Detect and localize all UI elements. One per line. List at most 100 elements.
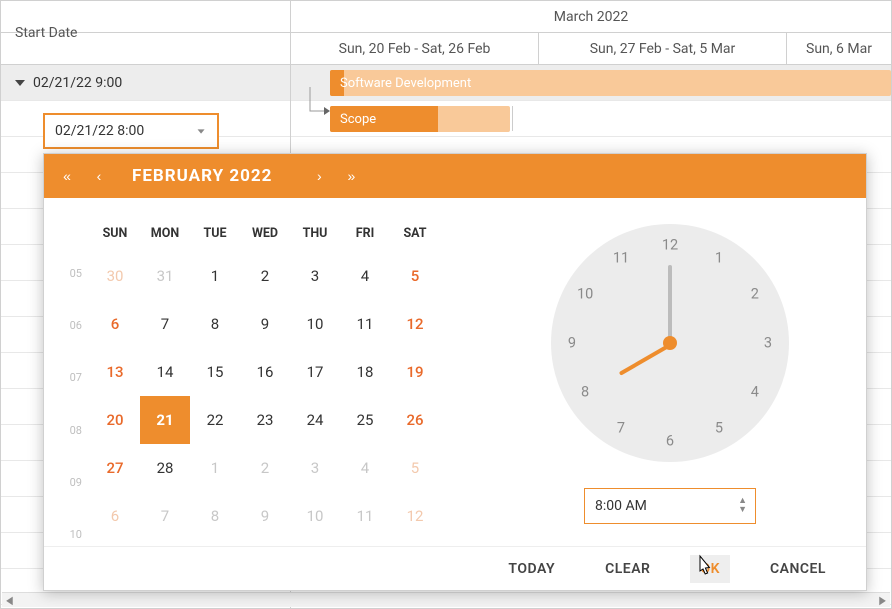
calendar-day[interactable]: 1 (190, 252, 240, 300)
calendar-day[interactable]: 2 (240, 444, 290, 492)
mouse-cursor-icon (694, 554, 714, 578)
clock-number: 1 (715, 250, 723, 267)
cancel-button[interactable]: CANCEL (760, 555, 836, 583)
task-row[interactable]: 02/21/22 9:00 Software Development (1, 65, 891, 101)
calendar-day[interactable]: 22 (190, 396, 240, 444)
scroll-left-icon[interactable]: ◄ (4, 592, 15, 609)
clear-button[interactable]: CLEAR (595, 555, 660, 583)
calendar-day[interactable]: 5 (390, 444, 440, 492)
calendar-day[interactable]: 12 (390, 492, 440, 540)
calendar-day[interactable]: 8 (190, 300, 240, 348)
calendar-day[interactable]: 30 (90, 252, 140, 300)
task-row-left[interactable]: 02/21/22 9:00 (1, 65, 290, 100)
gantt-bar-label: Software Development (340, 76, 471, 91)
calendar-day[interactable]: 5 (390, 252, 440, 300)
calendar-day[interactable]: 14 (140, 348, 190, 396)
calendar-day[interactable]: 12 (390, 300, 440, 348)
calendar-week-row: 272812345 (90, 444, 468, 492)
calendar-day[interactable]: 8 (190, 492, 240, 540)
calendar-pane: 050607080910 SUNMONTUEWEDTHUFRISAT 30311… (44, 198, 474, 546)
calendar-day[interactable]: 31 (140, 252, 190, 300)
scroll-right-icon[interactable]: ► (877, 592, 888, 609)
time-input[interactable]: 8:00 AM ▲ ▼ (584, 488, 756, 524)
calendar-day[interactable]: 25 (340, 396, 390, 444)
calendar-day[interactable]: 2 (240, 252, 290, 300)
picker-title[interactable]: FEBRUARY 2022 (132, 166, 272, 186)
calendar-day[interactable]: 9 (240, 300, 290, 348)
calendar-day[interactable]: 6 (90, 492, 140, 540)
clock-hub-icon (663, 336, 677, 350)
week-header[interactable]: Sun, 27 Feb - Sat, 5 Mar (538, 33, 786, 64)
gantt-bar[interactable]: Software Development (330, 70, 891, 96)
calendar-day[interactable]: 6 (90, 300, 140, 348)
day-of-week-label: FRI (340, 214, 390, 252)
clock-number: 5 (715, 419, 723, 436)
clock-number: 9 (568, 335, 576, 352)
day-of-week-label: WED (240, 214, 290, 252)
calendar-day[interactable]: 7 (140, 492, 190, 540)
clock-number: 12 (662, 237, 678, 254)
startdate-editor[interactable]: 02/21/22 8:00 ▼ (43, 113, 219, 149)
calendar-day[interactable]: 9 (240, 492, 290, 540)
clock-number: 11 (613, 250, 629, 267)
calendar-day[interactable]: 13 (90, 348, 140, 396)
clock-number: 7 (617, 419, 625, 436)
next-year-button[interactable]: » (336, 161, 366, 191)
startdate-editor-value: 02/21/22 8:00 (55, 123, 144, 139)
calendar-day[interactable]: 28 (140, 444, 190, 492)
expand-icon[interactable] (15, 80, 25, 86)
calendar-day[interactable]: 24 (290, 396, 340, 444)
time-input-value: 8:00 AM (595, 498, 647, 514)
day-of-week-label: SAT (390, 214, 440, 252)
next-month-button[interactable]: › (304, 161, 334, 191)
week-header[interactable]: Sun, 6 Mar (786, 33, 891, 64)
calendar-day[interactable]: 10 (290, 300, 340, 348)
today-button[interactable]: TODAY (498, 555, 565, 583)
calendar-day[interactable]: 4 (340, 252, 390, 300)
task-row-right: Scope (290, 101, 891, 136)
calendar-day[interactable]: 3 (290, 444, 340, 492)
dropdown-icon[interactable]: ▼ (195, 127, 207, 135)
calendar-day[interactable]: 16 (240, 348, 290, 396)
day-of-week-label: THU (290, 214, 340, 252)
calendar-day[interactable]: 11 (340, 300, 390, 348)
analog-clock[interactable]: 121234567891011 (551, 224, 789, 462)
calendar-day[interactable]: 23 (240, 396, 290, 444)
calendar-day[interactable]: 7 (140, 300, 190, 348)
calendar-day[interactable]: 3 (290, 252, 340, 300)
calendar-day[interactable]: 21 (140, 396, 190, 444)
header-row-1: Start Date March 2022 (1, 1, 891, 33)
prev-year-button[interactable]: « (52, 161, 82, 191)
calendar-day[interactable]: 1 (190, 444, 240, 492)
calendar-day[interactable]: 18 (340, 348, 390, 396)
spin-down-icon[interactable]: ▼ (738, 506, 747, 515)
gantt-bar-label: Scope (340, 112, 376, 127)
column-header-startdate: Start Date (1, 1, 290, 65)
calendar-day[interactable]: 17 (290, 348, 340, 396)
time-spinner[interactable]: ▲ ▼ (738, 497, 747, 515)
gantt-bar[interactable]: Scope (330, 106, 510, 132)
day-of-week-row: SUNMONTUEWEDTHUFRISAT (90, 214, 468, 252)
calendar-day[interactable]: 19 (390, 348, 440, 396)
week-header[interactable]: Sun, 20 Feb - Sat, 26 Feb (290, 33, 538, 64)
double-chevron-right-icon: » (347, 168, 355, 184)
week-number: 08 (70, 419, 82, 441)
minute-hand[interactable] (668, 265, 672, 345)
calendar-day[interactable]: 10 (290, 492, 340, 540)
calendar-week-row: 6789101112 (90, 492, 468, 540)
calendar-day[interactable]: 20 (90, 396, 140, 444)
calendar-day[interactable]: 15 (190, 348, 240, 396)
calendar-day[interactable]: 4 (340, 444, 390, 492)
week-header-label: Sun, 27 Feb - Sat, 5 Mar (590, 41, 736, 57)
clock-number: 10 (577, 286, 593, 303)
hour-hand[interactable] (619, 343, 671, 375)
calendar-day[interactable]: 11 (340, 492, 390, 540)
day-of-week-label: MON (140, 214, 190, 252)
clock-number: 4 (751, 384, 759, 401)
prev-month-button[interactable]: ‹ (84, 161, 114, 191)
week-header-label: Sun, 6 Mar (806, 41, 872, 57)
horizontal-scrollbar[interactable]: ◄ ► (2, 592, 890, 607)
calendar-day[interactable]: 26 (390, 396, 440, 444)
calendar-day[interactable]: 27 (90, 444, 140, 492)
calendar-week-row: 20212223242526 (90, 396, 468, 444)
